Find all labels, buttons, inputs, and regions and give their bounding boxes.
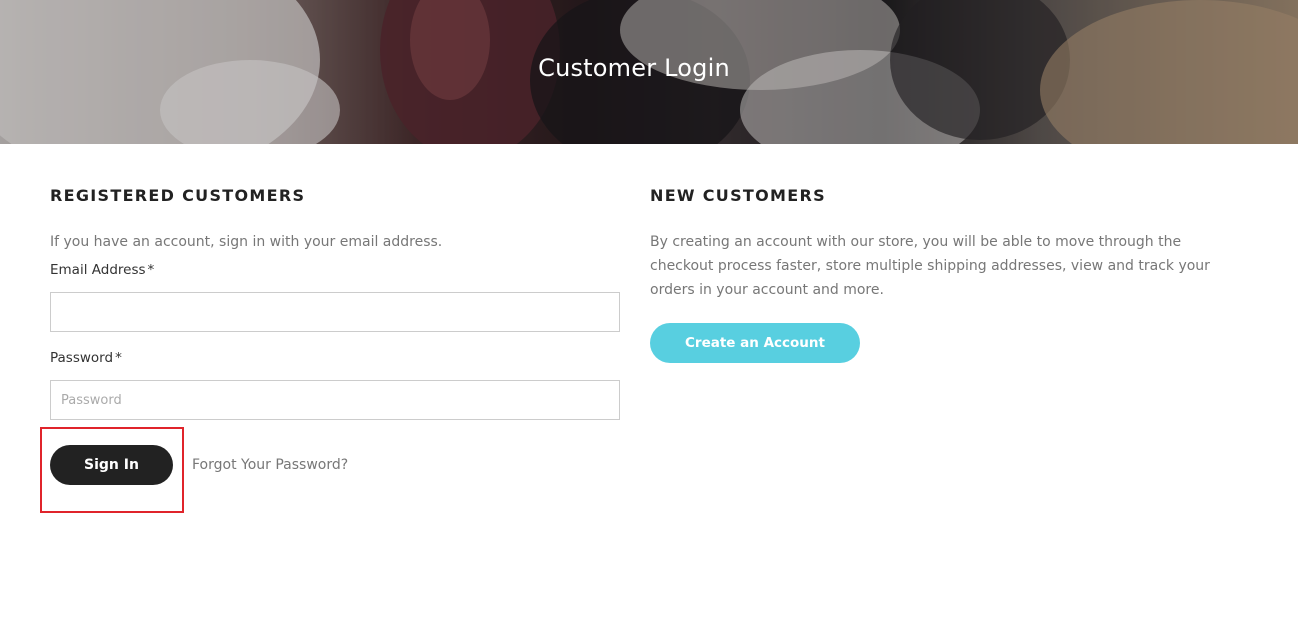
email-field[interactable]	[50, 292, 620, 332]
create-account-button[interactable]: Create an Account	[650, 323, 860, 363]
email-label-text: Email Address	[50, 262, 146, 278]
page-title: Customer Login	[538, 54, 730, 82]
hero-banner: Customer Login	[0, 0, 1298, 144]
password-label-text: Password	[50, 350, 114, 366]
login-actions: Sign In Forgot Your Password?	[40, 427, 620, 513]
new-customers-intro: By creating an account with our store, y…	[650, 234, 1210, 298]
password-label: Password *	[50, 348, 620, 368]
new-customers-section: NEW CUSTOMERS By creating an account wit…	[650, 186, 1230, 363]
sign-in-button[interactable]: Sign In	[50, 445, 173, 485]
email-required-mark: *	[147, 262, 155, 278]
forgot-password-link[interactable]: Forgot Your Password?	[192, 445, 348, 485]
registered-customers-section: REGISTERED CUSTOMERS If you have an acco…	[40, 186, 620, 513]
password-required-mark: *	[115, 350, 122, 366]
new-customers-heading: NEW CUSTOMERS	[650, 186, 826, 205]
password-field[interactable]	[50, 380, 620, 420]
email-label: Email Address *	[50, 260, 620, 280]
registered-customers-heading: REGISTERED CUSTOMERS	[50, 186, 306, 205]
registered-customers-intro: If you have an account, sign in with you…	[50, 234, 443, 250]
